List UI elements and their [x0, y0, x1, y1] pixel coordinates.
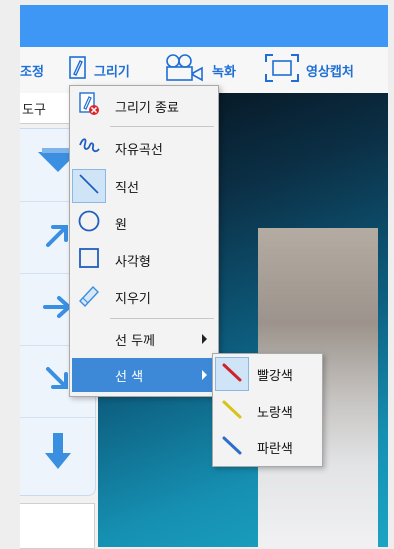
straight-line-icon: [77, 172, 101, 200]
freehand-curve-icon: [78, 135, 100, 161]
arrow-tool-down-thick[interactable]: [20, 417, 95, 489]
color-item-label: 빨강색: [257, 368, 293, 384]
menu-item-line-width[interactable]: 선 두께: [72, 322, 215, 356]
menu-item-label: 선 색: [115, 369, 144, 385]
menu-item-label: 원: [115, 217, 127, 233]
menu-item-rectangle[interactable]: 사각형: [72, 243, 215, 277]
rectangle-icon: [77, 246, 101, 274]
menu-item-label: 그리기 종료: [115, 100, 179, 116]
menu-item-label: 사각형: [115, 254, 151, 270]
color-item-blue[interactable]: 파란색: [215, 430, 319, 464]
tool-panel-title: 도구: [22, 102, 46, 118]
line-color-submenu: 빨강색 노랑색 파란색: [212, 353, 323, 467]
right-arrow-icon: [42, 295, 73, 323]
window-titlebar: [20, 5, 388, 47]
menu-item-label: 선 두께: [115, 333, 156, 349]
submenu-arrow-icon: [202, 334, 207, 344]
menu-item-circle[interactable]: 원: [72, 206, 215, 240]
stop-drawing-icon: [78, 92, 100, 120]
menu-item-stop-drawing[interactable]: 그리기 종료: [72, 89, 215, 123]
down-right-arrow-icon: [44, 365, 72, 397]
eraser-icon: [77, 283, 101, 311]
camera-icon: [164, 53, 206, 87]
circle-icon: [77, 209, 101, 237]
menu-item-freehand[interactable]: 자유곡선: [72, 131, 215, 165]
tool-panel-bottom: [20, 503, 95, 549]
adjust-label: 조정: [20, 64, 44, 80]
thick-down-arrow-icon: [43, 431, 73, 475]
color-item-red[interactable]: 빨강색: [215, 357, 319, 391]
capture-label: 영상캡처: [306, 64, 354, 80]
yellow-line-icon: [221, 398, 243, 424]
menu-separator: [110, 126, 214, 127]
menu-item-line-color[interactable]: 선 색: [72, 358, 215, 392]
up-right-arrow-icon: [44, 221, 72, 253]
menu-separator: [110, 318, 214, 319]
draw-dropdown-menu: 그리기 종료 자유곡선 직선 원 사각형 지우기 선 두께 선 색: [69, 85, 219, 397]
menu-item-label: 자유곡선: [115, 142, 163, 158]
color-item-yellow[interactable]: 노랑색: [215, 394, 319, 428]
adjust-button[interactable]: 조정: [20, 47, 44, 93]
menu-item-label: 지우기: [115, 291, 151, 307]
color-item-label: 파란색: [257, 441, 293, 457]
draw-label: 그리기: [94, 64, 130, 80]
menu-item-eraser[interactable]: 지우기: [72, 280, 215, 314]
capture-button[interactable]: 영상캡처: [264, 47, 354, 93]
record-label: 녹화: [212, 64, 236, 80]
blue-line-icon: [221, 434, 243, 460]
menu-item-line[interactable]: 직선: [72, 169, 215, 203]
pencil-icon: [68, 55, 88, 85]
color-item-label: 노랑색: [257, 405, 293, 421]
menu-item-label: 직선: [115, 180, 139, 196]
screen-capture-icon: [264, 53, 300, 87]
submenu-arrow-icon: [202, 370, 207, 380]
red-line-icon: [221, 361, 243, 387]
